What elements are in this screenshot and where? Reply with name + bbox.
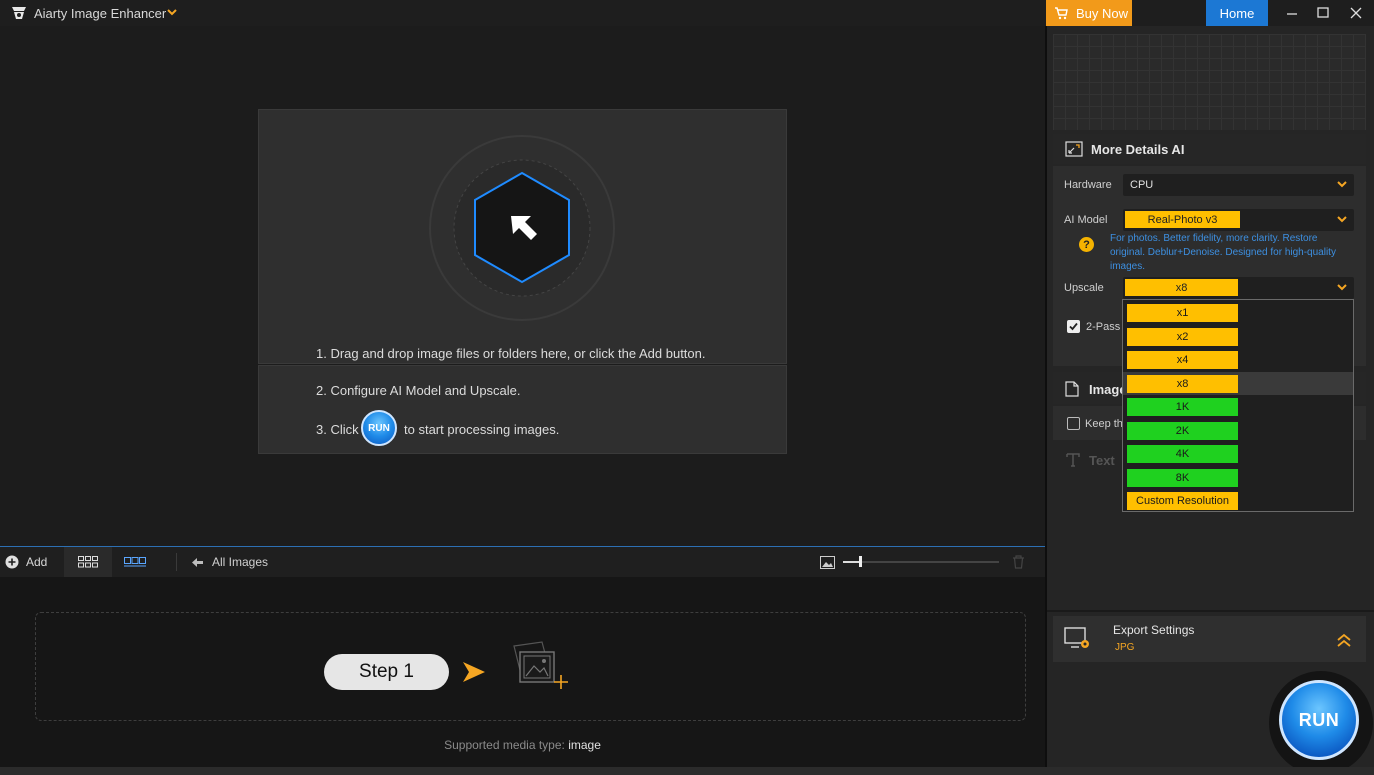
upscale-option-label: 2K (1127, 421, 1238, 440)
image-section-title: Image (1089, 382, 1127, 397)
add-label: Add (26, 555, 48, 569)
run-button[interactable]: RUN (1279, 680, 1359, 760)
home-button[interactable]: Home (1206, 0, 1268, 26)
upscale-option-label: x1 (1127, 304, 1238, 322)
upscale-option[interactable]: x2 (1123, 325, 1353, 348)
minimize-button[interactable] (1278, 0, 1306, 26)
export-settings-icon (1064, 627, 1089, 648)
text-icon (1066, 453, 1080, 467)
thumbnail-size-icon (820, 556, 835, 569)
help-icon[interactable]: ? (1079, 237, 1094, 252)
toolbar-separator (176, 553, 177, 571)
upscale-option-label: 1K (1127, 398, 1238, 416)
run-button-container: RUN (1269, 671, 1374, 767)
status-bar (0, 767, 1374, 775)
hardware-select[interactable]: CPU (1123, 174, 1354, 196)
all-images-label: All Images (212, 555, 269, 569)
supported-media-prefix: Supported media type: (444, 738, 565, 752)
ai-model-description: For photos. Better fidelity, more clarit… (1110, 233, 1336, 272)
thumbnail-size-slider[interactable] (843, 561, 999, 563)
export-divider (1047, 610, 1374, 612)
export-settings-panel[interactable] (1053, 616, 1366, 662)
upscale-option[interactable]: Custom Resolution (1123, 489, 1353, 512)
model-section-header: More Details AI (1053, 134, 1366, 164)
cart-icon (1055, 6, 1068, 19)
upscale-option[interactable]: 2K (1123, 419, 1353, 442)
preview-thumbnail (1053, 34, 1366, 130)
instruction-step-3-suffix: to start processing images. (404, 422, 560, 437)
app-logo-icon (12, 7, 26, 19)
instruction-step-1: 1. Drag and drop image files or folders … (316, 346, 706, 361)
app-title: Aiarty Image Enhancer (34, 6, 167, 21)
arrow-left-icon (192, 557, 203, 567)
text-section-title: Text (1089, 453, 1115, 468)
grid-view-button[interactable] (64, 547, 112, 577)
chevron-down-icon[interactable] (166, 5, 178, 19)
model-title: More Details AI (1091, 141, 1185, 157)
supported-media-text: Supported media type: image (0, 738, 1045, 752)
trash-icon[interactable] (1012, 555, 1025, 569)
all-images-button[interactable]: All Images (191, 555, 268, 569)
buy-now-label: Buy Now (1076, 5, 1129, 21)
hardware-label: Hardware (1064, 179, 1112, 191)
instruction-step-2: 2. Configure AI Model and Upscale. (316, 383, 521, 398)
minimize-icon (1287, 13, 1297, 15)
filmstrip-view-button[interactable] (124, 556, 146, 570)
maximize-icon (1317, 7, 1329, 18)
chevron-down-icon (1337, 216, 1347, 223)
upscale-option[interactable]: 4K (1123, 442, 1353, 465)
export-format: JPG (1115, 642, 1135, 653)
plus-circle-icon (5, 555, 19, 569)
step1-badge: Step 1 (324, 654, 449, 690)
upscale-option-label: x8 (1127, 374, 1238, 393)
upscale-option-label: Custom Resolution (1127, 492, 1238, 510)
two-pass-checkbox[interactable] (1067, 320, 1080, 333)
add-image-icon[interactable] (502, 640, 572, 692)
add-button[interactable]: Add (5, 555, 47, 569)
hardware-value: CPU (1130, 179, 1154, 191)
upscale-option[interactable]: x4 (1123, 348, 1353, 371)
resize-icon (1065, 141, 1083, 157)
upscale-option-label: x4 (1127, 351, 1238, 369)
close-button[interactable] (1342, 0, 1370, 26)
chevron-down-icon (1337, 181, 1347, 188)
upload-hex-icon (429, 135, 615, 321)
upscale-select[interactable]: x8 (1123, 277, 1354, 299)
buy-now-button[interactable]: Buy Now (1046, 0, 1132, 26)
chevron-down-icon (1337, 284, 1347, 291)
drop-panel[interactable]: 1. Drag and drop image files or folders … (258, 109, 787, 364)
keep-label: Keep th (1085, 418, 1123, 430)
ai-model-label: AI Model (1064, 214, 1108, 226)
instruction-step-3-prefix: 3. Click (316, 422, 359, 437)
upscale-option[interactable]: x1 (1123, 301, 1353, 324)
document-icon (1065, 381, 1079, 397)
upscale-option[interactable]: 8K (1123, 466, 1353, 489)
upscale-option[interactable]: x8 (1123, 371, 1353, 395)
upscale-value: x8 (1125, 279, 1238, 296)
instructions-panel: 2. Configure AI Model and Upscale. 3. Cl… (258, 365, 787, 454)
upscale-option-label: 8K (1127, 468, 1238, 487)
upscale-dropdown: x1 x2 x4 x8 1K 2K 4K 8K Custom Resolution (1122, 299, 1354, 512)
grid-view-icon (78, 556, 98, 568)
checkmark-icon (1069, 322, 1078, 331)
export-title: Export Settings (1113, 623, 1195, 637)
two-pass-label: 2-Pass (1086, 321, 1121, 333)
ai-model-value: Real-Photo v3 (1125, 211, 1240, 228)
upscale-label: Upscale (1064, 282, 1104, 294)
maximize-button[interactable] (1309, 0, 1337, 26)
supported-media-value: image (568, 738, 601, 752)
thumbnail-size-slider-handle[interactable] (859, 556, 862, 567)
upscale-option-label: 4K (1127, 445, 1238, 463)
upscale-option-label: x2 (1127, 327, 1238, 346)
double-chevron-up-icon[interactable] (1336, 632, 1352, 648)
arrow-right-icon (463, 662, 485, 682)
close-icon (1350, 7, 1362, 19)
upscale-option[interactable]: 1K (1123, 395, 1353, 418)
keep-checkbox[interactable] (1067, 417, 1080, 430)
title-bar (0, 0, 1374, 26)
run-inline-icon: RUN (361, 410, 397, 446)
ai-model-select[interactable]: Real-Photo v3 (1123, 209, 1354, 231)
filmstrip-view-icon (124, 557, 146, 567)
